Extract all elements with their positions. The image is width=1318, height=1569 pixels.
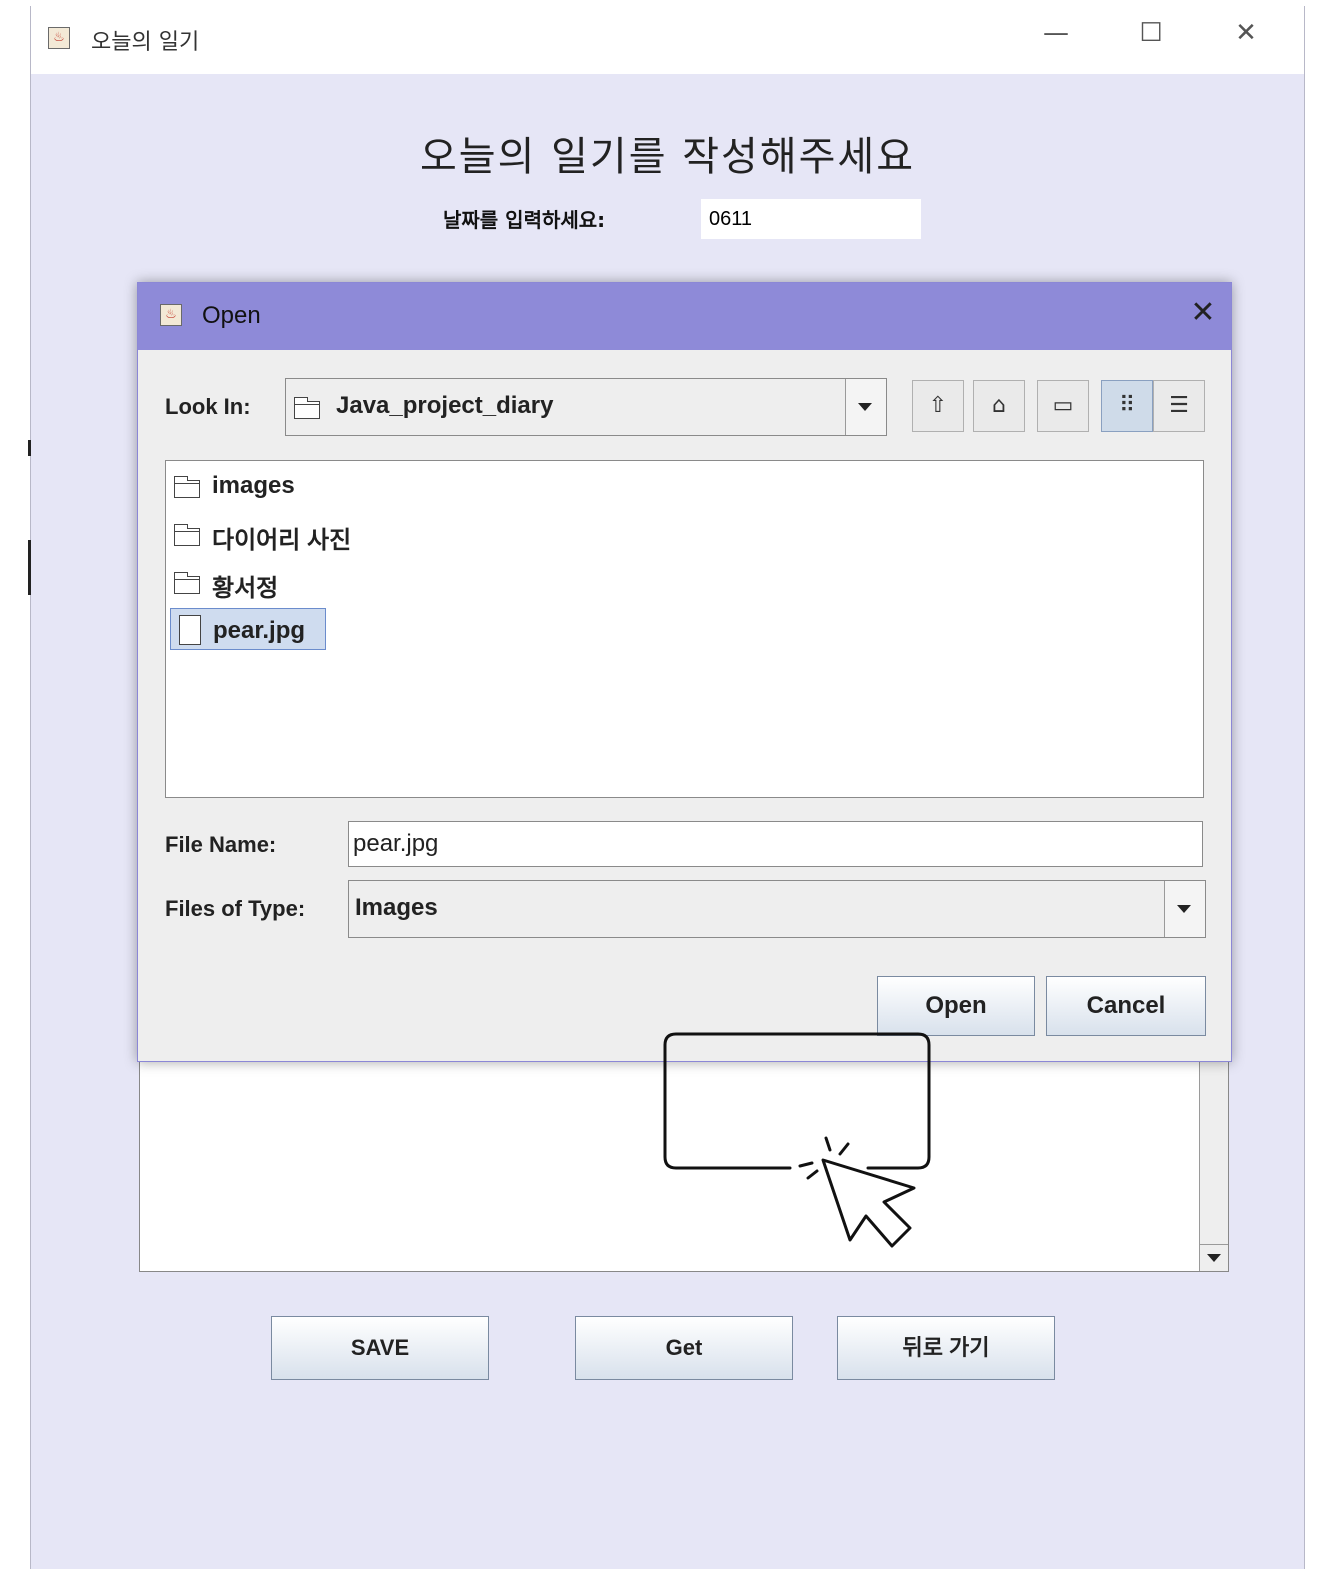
home-icon: ⌂ bbox=[992, 393, 1006, 418]
close-button[interactable]: ✕ bbox=[1226, 18, 1266, 48]
file-name-input[interactable] bbox=[348, 821, 1203, 867]
look-in-combo[interactable]: Java_project_diary bbox=[285, 378, 887, 436]
window-edge-mark bbox=[28, 440, 31, 456]
files-of-type-dropdown-button[interactable] bbox=[1164, 881, 1205, 937]
file-list[interactable]: images 다이어리 사진 황서정 pear.jpg bbox=[165, 460, 1204, 798]
arrow-down-icon bbox=[1207, 1254, 1221, 1262]
title-bar[interactable]: ♨ 오늘의 일기 — ☐ ✕ bbox=[31, 6, 1304, 74]
minimize-button[interactable]: — bbox=[1036, 18, 1076, 48]
list-view-icon: ⠿ bbox=[1118, 393, 1136, 418]
new-folder-button[interactable]: ▭ bbox=[1037, 380, 1089, 432]
dialog-title: Open bbox=[202, 302, 261, 329]
folder-icon bbox=[294, 397, 320, 419]
files-of-type-value: Images bbox=[355, 894, 438, 921]
look-in-value: Java_project_diary bbox=[336, 392, 554, 419]
details-view-icon: ☰ bbox=[1169, 393, 1189, 418]
scroll-down-button[interactable] bbox=[1200, 1244, 1228, 1271]
home-button[interactable]: ⌂ bbox=[973, 380, 1025, 432]
list-item-label: 황서정 bbox=[212, 575, 279, 602]
list-item-label: pear.jpg bbox=[213, 617, 306, 644]
details-view-button[interactable]: ☰ bbox=[1153, 380, 1205, 432]
vertical-scrollbar[interactable] bbox=[1199, 1047, 1228, 1271]
save-button[interactable]: SAVE bbox=[271, 1316, 489, 1380]
list-item-selected[interactable]: pear.jpg bbox=[170, 608, 326, 650]
get-button[interactable]: Get bbox=[575, 1316, 793, 1380]
list-item-label: 다이어리 사진 bbox=[212, 527, 352, 554]
java-app-icon: ♨ bbox=[160, 304, 182, 326]
date-input[interactable] bbox=[701, 199, 921, 239]
chevron-down-icon bbox=[1177, 905, 1191, 913]
folder-icon bbox=[174, 524, 200, 546]
diary-text-area[interactable] bbox=[139, 1046, 1229, 1272]
new-folder-icon: ▭ bbox=[1052, 393, 1074, 418]
dialog-close-button[interactable]: ✕ bbox=[1183, 295, 1223, 330]
list-view-button[interactable]: ⠿ bbox=[1101, 380, 1153, 432]
folder-icon bbox=[174, 476, 200, 498]
folder-icon bbox=[174, 572, 200, 594]
dialog-title-bar[interactable]: ♨ Open ✕ bbox=[138, 283, 1231, 350]
open-button[interactable]: Open bbox=[877, 976, 1035, 1036]
chevron-down-icon bbox=[858, 403, 872, 411]
page-heading: 오늘의 일기를 작성해주세요 bbox=[419, 134, 916, 180]
up-folder-button[interactable]: ⇧ bbox=[912, 380, 964, 432]
back-button[interactable]: 뒤로 가기 bbox=[837, 1316, 1055, 1380]
look-in-dropdown-button[interactable] bbox=[845, 379, 886, 435]
window-edge-mark bbox=[28, 540, 31, 595]
open-file-dialog: ♨ Open ✕ Look In: Java_project_diary ⇧ ⌂… bbox=[137, 282, 1232, 1062]
files-of-type-label: Files of Type: bbox=[165, 896, 306, 921]
file-icon bbox=[179, 615, 201, 645]
look-in-label: Look In: bbox=[165, 394, 251, 419]
up-folder-icon: ⇧ bbox=[928, 393, 948, 418]
java-app-icon: ♨ bbox=[48, 27, 70, 49]
cancel-button[interactable]: Cancel bbox=[1046, 976, 1206, 1036]
maximize-button[interactable]: ☐ bbox=[1131, 18, 1171, 48]
file-name-label: File Name: bbox=[165, 832, 277, 857]
files-of-type-combo[interactable]: Images bbox=[348, 880, 1206, 938]
date-label: 날짜를 입력하세요: bbox=[443, 208, 606, 232]
window-title: 오늘의 일기 bbox=[91, 30, 200, 55]
list-item-label: images bbox=[212, 472, 295, 499]
